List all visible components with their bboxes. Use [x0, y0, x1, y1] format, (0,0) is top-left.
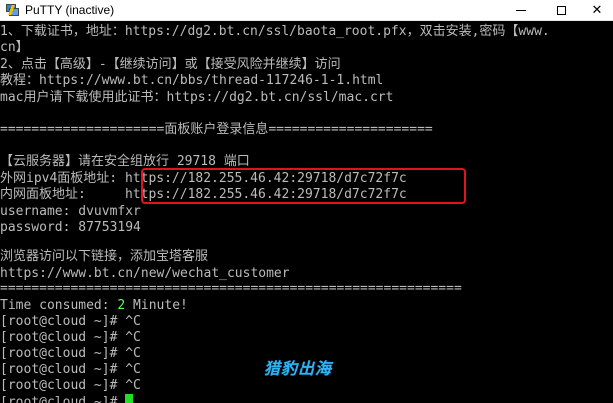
prompt-text: [root@cloud ~]# — [0, 395, 126, 403]
minimize-icon — [516, 9, 526, 11]
close-icon: ✕ — [591, 2, 603, 17]
close-button[interactable]: ✕ — [581, 0, 613, 21]
window-title: PuTTY (inactive) — [25, 3, 115, 17]
time-consumed-label: Time consumed: — [0, 298, 118, 313]
terminal-line: [root@cloud ~]# ^C — [0, 346, 141, 361]
maximize-icon — [556, 5, 566, 15]
watermark-logo: 猎豹出海 — [264, 359, 333, 378]
terminal-line: 1、下载证书，地址：https://dg2.bt.cn/ssl/baota_ro… — [0, 24, 550, 39]
url-highlight-box — [141, 168, 466, 204]
putty-window: PuTTY (inactive) ✕ 1、下载证书，地址：https://dg2… — [0, 0, 613, 403]
terminal-line: [root@cloud ~]# ^C — [0, 378, 141, 393]
time-consumed-line: Time consumed: 2 Minute! — [0, 298, 188, 314]
minimize-button[interactable] — [501, 0, 541, 21]
terminal-line: 教程：https://www.bt.cn/bbs/thread-117246-1… — [0, 73, 384, 88]
terminal-line: [root@cloud ~]# ^C — [0, 330, 141, 345]
terminal-line: 浏览器访问以下链接，添加宝塔客服 — [0, 249, 209, 264]
terminal-line: 2、点击【高级】-【继续访问】或【接受风险并继续】访问 — [0, 57, 341, 72]
time-consumed-unit: Minute! — [125, 298, 188, 313]
terminal-area[interactable]: 1、下载证书，地址：https://dg2.bt.cn/ssl/baota_ro… — [0, 21, 613, 403]
terminal-line: =====================面板账户登录信息===========… — [0, 122, 433, 137]
terminal-line: [root@cloud ~]# ^C — [0, 362, 141, 377]
text-cursor — [125, 394, 134, 403]
title-bar[interactable]: PuTTY (inactive) ✕ — [0, 0, 613, 21]
terminal-line: username: dvuvmfxr — [0, 204, 141, 219]
terminal-line: ========================================… — [0, 281, 462, 296]
terminal-line: cn】 — [0, 40, 29, 55]
putty-app-icon[interactable] — [5, 3, 19, 17]
prompt-line[interactable]: [root@cloud ~]# — [0, 394, 134, 403]
terminal-line: [root@cloud ~]# ^C — [0, 314, 141, 329]
maximize-button[interactable] — [541, 0, 581, 21]
terminal-line: https://www.bt.cn/new/wechat_customer — [0, 266, 290, 281]
terminal-line: password: 87753194 — [0, 220, 141, 235]
terminal-line: mac用户请下载使用此证书：https://dg2.bt.cn/ssl/mac.… — [0, 90, 394, 105]
